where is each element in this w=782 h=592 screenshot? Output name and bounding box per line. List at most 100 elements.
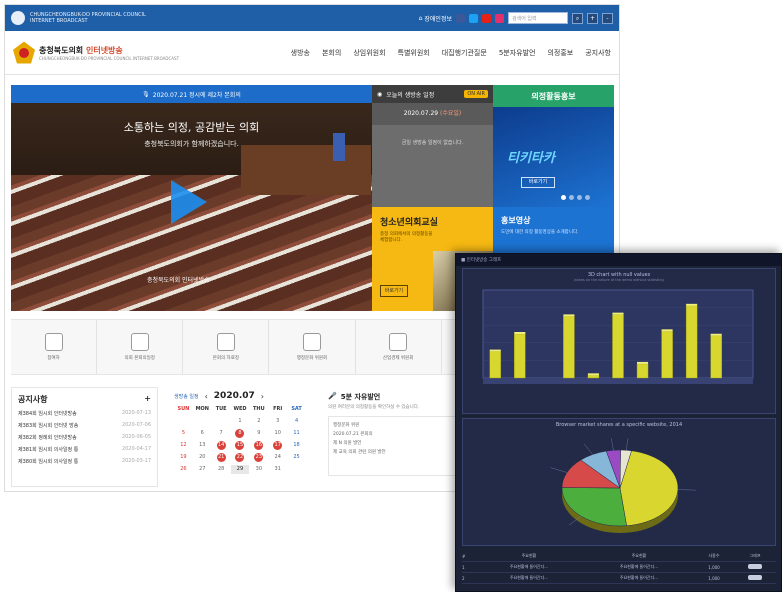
- facebook-icon[interactable]: [456, 13, 465, 23]
- quick-item-industry-committee[interactable]: 산업경제 위원회: [356, 320, 442, 374]
- calendar-weekday: SUN: [177, 406, 190, 412]
- search-icon[interactable]: ⌕: [572, 12, 583, 24]
- accessibility-link[interactable]: ⌂ 장애인정보: [419, 14, 452, 23]
- calendar-day[interactable]: 24: [268, 453, 287, 462]
- table-row[interactable]: 2 주요현황에 들어간다... 주요현황에 들어간다... 1,000: [462, 573, 776, 584]
- calendar-day[interactable]: 29: [230, 465, 250, 474]
- calendar-day: [212, 417, 231, 426]
- calendar-day[interactable]: 27: [193, 465, 212, 474]
- notice-row[interactable]: 제380회 임시회 의사일정 통 2020-03-17: [18, 458, 151, 465]
- nav-executive-questions[interactable]: 대집행기관질문: [442, 48, 487, 58]
- calendar-day[interactable]: 18: [287, 441, 306, 450]
- youtube-icon[interactable]: [482, 13, 491, 23]
- table-cell: 1,000: [708, 564, 720, 570]
- calendar-day[interactable]: 13: [193, 441, 212, 450]
- free-speech-line[interactable]: 제 교육 의회 관련 의원 발언: [333, 448, 453, 457]
- free-speech-line[interactable]: 제 N 의원 발언: [333, 439, 453, 448]
- calendar-day[interactable]: 26: [174, 465, 193, 474]
- notice-row-date: 2020-06-05: [121, 434, 151, 440]
- next-month-icon[interactable]: ›: [261, 392, 264, 401]
- free-speech-line[interactable]: 행정문화 위원: [333, 421, 453, 430]
- calendar-day[interactable]: 6: [193, 429, 212, 438]
- notice-row[interactable]: 제382회 정례회 인터넷방송 2020-06-05: [18, 434, 151, 441]
- calendar-grid: SUN MON TUE WED THU FRI SAT 1 2 3 4 5 6 7 8 9 10 11 12 13 14…: [174, 405, 306, 474]
- activity-banner[interactable]: 티키타카 바로가기: [493, 107, 614, 207]
- carousel-dot[interactable]: [585, 195, 590, 200]
- bar[interactable]: [563, 316, 575, 379]
- nav-special-committee[interactable]: 특별위원회: [398, 48, 430, 58]
- calendar-day[interactable]: 7: [212, 429, 231, 438]
- bar[interactable]: [587, 375, 600, 379]
- calendar-day[interactable]: 1: [231, 417, 250, 426]
- calendar-day[interactable]: 12: [174, 441, 193, 450]
- nav-council-pr[interactable]: 의정홍보: [547, 48, 573, 58]
- bar[interactable]: [514, 333, 526, 379]
- promo-title: 홍보영상: [501, 216, 531, 225]
- nav-standing-committee[interactable]: 상임위원회: [353, 48, 385, 58]
- calendar-day[interactable]: 31: [268, 465, 287, 474]
- calendar-day[interactable]: 9: [249, 429, 268, 438]
- table-row[interactable]: 1 주요현황에 들어간다... 주요현황에 들어간다... 1,000: [462, 562, 776, 573]
- calendar-day[interactable]: 2: [249, 417, 268, 426]
- pie-slice[interactable]: [561, 487, 627, 527]
- quick-label: 산업경제 위원회: [382, 356, 414, 361]
- nav-five-minute-speech[interactable]: 5분자유발언: [499, 48, 536, 58]
- calendar-day[interactable]: 10: [268, 429, 287, 438]
- live-schedule-panel: 2020.07.29 (수요일) 금일 생방송 일정이 없습니다.: [372, 103, 493, 207]
- calendar-day[interactable]: 30: [249, 465, 268, 474]
- calendar-day[interactable]: 28: [212, 465, 231, 474]
- quick-item-plenary-schedule[interactable]: 의회 본회의일정: [97, 320, 184, 374]
- bar[interactable]: [710, 335, 722, 379]
- bar[interactable]: [661, 331, 673, 379]
- search-input[interactable]: 검색어 입력: [508, 12, 568, 24]
- calendar-day[interactable]: 19: [174, 453, 193, 462]
- calendar-day[interactable]: 17: [273, 441, 283, 450]
- prev-month-icon[interactable]: ‹: [205, 392, 208, 401]
- calendar-day[interactable]: 15: [235, 441, 245, 450]
- site-logo[interactable]: 충청북도의회 인터넷방송 CHUNGCHEONGBUK-DO PROVINCIA…: [13, 41, 179, 64]
- calendar-day[interactable]: 21: [216, 453, 226, 462]
- notice-row[interactable]: 제384회 임시회 인터넷방송 2020-07-13: [18, 410, 151, 417]
- calendar-day[interactable]: 22: [235, 453, 245, 462]
- play-icon[interactable]: [171, 180, 207, 224]
- video-player[interactable]: 🎙 2020.07.21 정시에 제2차 본회의 소통하는 의정, 공감받는 의…: [11, 85, 372, 311]
- calendar-day[interactable]: 3: [268, 417, 287, 426]
- nav-plenary[interactable]: 본회의: [322, 48, 341, 58]
- quick-item-admin-committee[interactable]: 행정문화 위원회: [269, 320, 356, 374]
- carousel-dot[interactable]: [569, 195, 574, 200]
- calendar-day[interactable]: 23: [254, 453, 264, 462]
- youth-go-button[interactable]: 바로가기: [380, 285, 408, 297]
- topbar-right-group: ⌂ 장애인정보 검색어 입력 ⌕ + -: [419, 12, 613, 24]
- calendar-day[interactable]: 14: [216, 441, 226, 450]
- instagram-icon[interactable]: [495, 13, 504, 23]
- notice-row[interactable]: 제383회 임시회 인터넷 방송 2020-07-06: [18, 422, 151, 429]
- carousel-dot[interactable]: [577, 195, 582, 200]
- calendar-day[interactable]: 11: [287, 429, 306, 438]
- pie-chart-panel: Browser market shares at a specific webs…: [462, 418, 776, 546]
- calendar-day[interactable]: 16: [254, 441, 264, 450]
- calendar-day[interactable]: 5: [174, 429, 193, 438]
- carousel-dot[interactable]: [561, 195, 566, 200]
- calendar-day[interactable]: 20: [193, 453, 212, 462]
- twitter-icon[interactable]: [469, 13, 478, 23]
- quick-item-participant[interactable]: 참여자: [11, 320, 98, 374]
- calendar-day[interactable]: 4: [287, 417, 306, 426]
- bar[interactable]: [685, 305, 698, 379]
- activity-go-button[interactable]: 바로가기: [521, 177, 555, 188]
- bar[interactable]: [489, 351, 501, 379]
- nav-live[interactable]: 생방송: [291, 48, 310, 58]
- calendar-day[interactable]: 25: [287, 453, 306, 462]
- notice-row[interactable]: 제381회 임시회 의사일정 통 2020-04-17: [18, 446, 151, 453]
- bar[interactable]: [636, 363, 649, 379]
- zoom-out-icon[interactable]: -: [602, 12, 613, 24]
- table-cell: 1,000: [708, 575, 720, 581]
- calendar-day: [287, 465, 306, 474]
- bar[interactable]: [612, 314, 624, 379]
- nav-notices[interactable]: 공지사항: [585, 48, 611, 58]
- calendar-weekday: WED: [233, 406, 247, 412]
- zoom-in-icon[interactable]: +: [587, 12, 598, 24]
- notice-more-icon[interactable]: +: [144, 394, 151, 405]
- quick-item-plenary-docs[interactable]: 본회의 자료정: [183, 320, 270, 374]
- calendar-day[interactable]: 8: [235, 429, 245, 438]
- free-speech-line[interactable]: 2020.07.21 본회의: [333, 430, 453, 439]
